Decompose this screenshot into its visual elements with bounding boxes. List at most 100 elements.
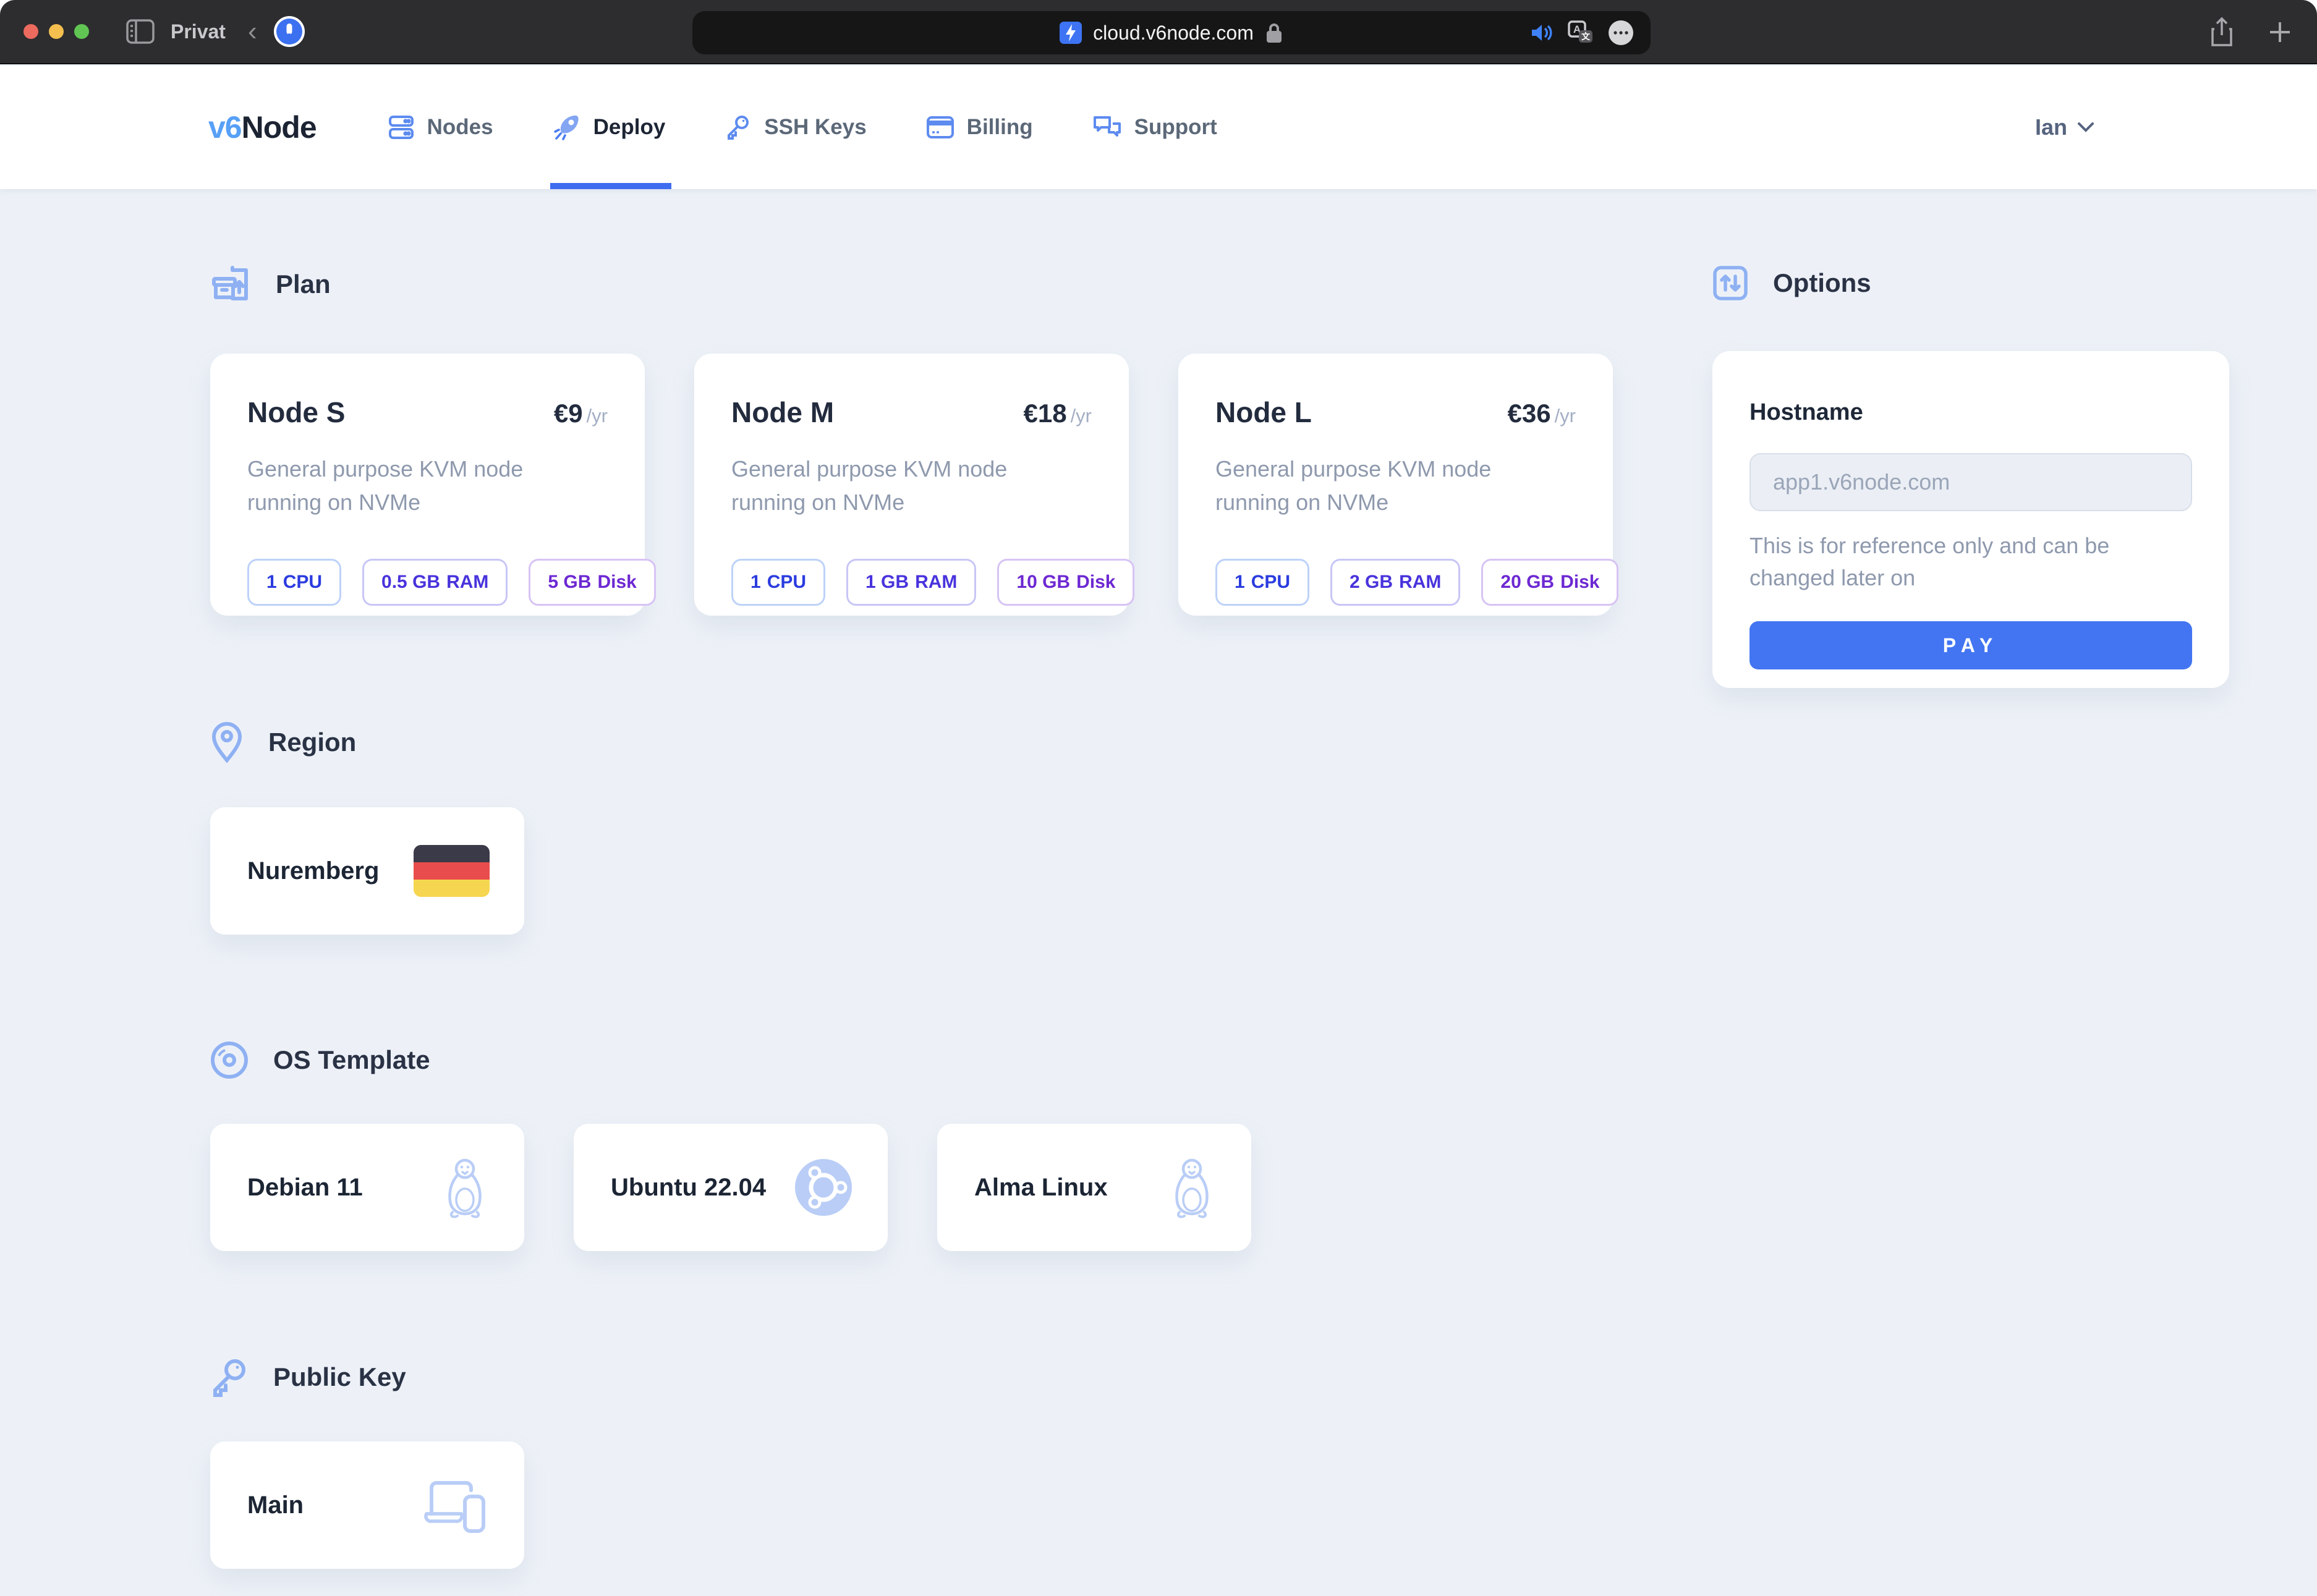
ram-badge: 0.5 GB RAM [362, 559, 508, 606]
nav-item-billing[interactable]: Billing [926, 66, 1033, 189]
plan-price: €9 [553, 399, 583, 428]
disk-badge: 5 GB Disk [529, 559, 656, 606]
pay-button[interactable]: PAY [1749, 621, 2192, 670]
nav-item-nodes[interactable]: Nodes [388, 66, 493, 189]
plan-section-title: Plan [276, 270, 331, 299]
logo-node: Node [241, 110, 317, 145]
plan-cards: Node S €9/yr General purpose KVM node ru… [210, 354, 1619, 616]
nav-item-ssh-keys[interactable]: SSH Keys [725, 66, 867, 189]
traffic-lights [23, 24, 89, 39]
tux-icon [1175, 1158, 1209, 1218]
options-section-title: Options [1773, 268, 1871, 297]
plan-card-node-m[interactable]: Node M €18/yr General purpose KVM node r… [694, 354, 1135, 616]
app-logo[interactable]: v6Node [208, 109, 317, 145]
browser-window: Privat ‹ cloud.v6node.com A 文 v6Node Nod… [0, 0, 2317, 1596]
os-name: Debian 11 [247, 1173, 363, 1201]
disk-badge: 10 GB Disk [997, 559, 1135, 606]
plan-period: /yr [586, 405, 608, 427]
region-name: Nuremberg [247, 857, 380, 885]
os-tile-debian[interactable]: Debian 11 [210, 1124, 524, 1251]
servers-icon [388, 116, 414, 139]
nav-label-billing: Billing [966, 115, 1033, 139]
os-template-tiles: Debian 11 Ubuntu 22.04 Alma Linux [210, 1124, 1613, 1251]
lock-icon [1266, 23, 1282, 43]
devices-icon [424, 1481, 485, 1533]
box-upload-icon [212, 266, 248, 300]
plan-price-group: €9/yr [554, 399, 608, 428]
close-window-button[interactable] [23, 24, 38, 39]
plan-name: Node M [731, 396, 835, 428]
ubuntu-icon [795, 1159, 852, 1216]
more-icon[interactable] [1607, 19, 1635, 46]
zoom-window-button[interactable] [74, 24, 89, 39]
plan-price: €18 [1023, 399, 1067, 428]
cpu-badge: 1 CPU [247, 559, 342, 606]
deploy-page: Plan Node S €9/yr General purpose KVM no… [0, 189, 2317, 1596]
plan-description: General purpose KVM node running on NVMe [731, 456, 1008, 515]
disk-badge: 20 GB Disk [1481, 559, 1619, 606]
hostname-input[interactable] [1749, 453, 2192, 511]
sliders-icon [1713, 266, 1748, 300]
nav-item-support[interactable]: Support [1092, 66, 1217, 189]
share-icon[interactable] [2209, 17, 2234, 48]
tux-icon [448, 1158, 482, 1218]
map-pin-icon [211, 722, 242, 763]
public-key-name: Main [247, 1491, 304, 1519]
nav-item-deploy[interactable]: Deploy [550, 66, 671, 189]
public-key-tile-main[interactable]: Main [210, 1441, 524, 1569]
ram-badge: 1 GB RAM [846, 559, 977, 606]
hostname-helper-text: This is for reference only and can be ch… [1749, 533, 2110, 591]
plan-description: General purpose KVM node running on NVMe [1215, 456, 1492, 515]
plan-card-node-l[interactable]: Node L €36/yr General purpose KVM node r… [1178, 354, 1619, 616]
nav-label-deploy: Deploy [593, 115, 666, 139]
minimize-window-button[interactable] [49, 24, 64, 39]
nav-items: Nodes Deploy SSH Keys Billing Support [388, 66, 1217, 189]
region-tiles: Nuremberg [210, 807, 1613, 935]
options-card: Hostname This is for reference only and … [1712, 351, 2229, 688]
region-section-title: Region [268, 728, 357, 757]
toolbar-right-group [2209, 0, 2292, 64]
ram-badge: 2 GB RAM [1330, 559, 1461, 606]
os-tile-alma-linux[interactable]: Alma Linux [937, 1124, 1251, 1251]
browser-toolbar: Privat ‹ cloud.v6node.com A 文 [0, 0, 2317, 64]
new-tab-icon[interactable] [2268, 20, 2292, 45]
back-icon[interactable]: ‹ [248, 18, 257, 45]
nav-label-support: Support [1134, 115, 1217, 139]
private-mode-label: Privat [171, 20, 226, 43]
spec-badges: 1 CPU 1 GB RAM 10 GB Disk [731, 559, 1135, 606]
rocket-icon [553, 115, 579, 140]
region-tile-nuremberg[interactable]: Nuremberg [210, 807, 524, 935]
os-template-section-title: OS Template [273, 1045, 430, 1074]
spec-badges: 1 CPU 0.5 GB RAM 5 GB Disk [247, 559, 656, 606]
plan-price-group: €36/yr [1507, 399, 1576, 428]
plan-description: General purpose KVM node running on NVMe [247, 456, 524, 515]
plan-card-top: Node S €9/yr [247, 396, 608, 429]
plan-card-top: Node L €36/yr [1215, 396, 1576, 429]
os-tile-ubuntu[interactable]: Ubuntu 22.04 [574, 1124, 888, 1251]
plan-name: Node S [247, 396, 346, 428]
cpu-badge: 1 CPU [1215, 559, 1310, 606]
translate-icon[interactable]: A 文 [1568, 20, 1594, 45]
public-key-section-header: Public Key [210, 1357, 1613, 1397]
nav-label-nodes: Nodes [427, 115, 493, 139]
url-bar[interactable]: cloud.v6node.com A 文 [692, 11, 1651, 54]
chevron-down-icon [2078, 122, 2094, 132]
plan-card-node-s[interactable]: Node S €9/yr General purpose KVM node ru… [210, 354, 656, 616]
public-key-tiles: Main [210, 1441, 1613, 1569]
user-name: Ian [2034, 114, 2067, 140]
key-icon [728, 116, 749, 140]
plan-section-header: Plan [210, 265, 1613, 303]
public-key-section-title: Public Key [273, 1362, 406, 1391]
plan-card-top: Node M €18/yr [731, 396, 1092, 429]
media-controls-cluster: A 文 [1529, 11, 1635, 54]
credit-card-icon [926, 116, 954, 138]
onepassword-icon[interactable] [273, 15, 305, 48]
germany-flag-icon [414, 845, 490, 897]
audio-playing-icon[interactable] [1529, 22, 1554, 44]
plan-name: Node L [1215, 396, 1312, 428]
logo-v6: v6 [208, 110, 242, 145]
svg-text:文: 文 [1581, 32, 1591, 41]
region-section-header: Region [210, 722, 1613, 763]
sidebar-icon[interactable] [126, 19, 155, 44]
user-menu[interactable]: Ian [2035, 114, 2094, 140]
